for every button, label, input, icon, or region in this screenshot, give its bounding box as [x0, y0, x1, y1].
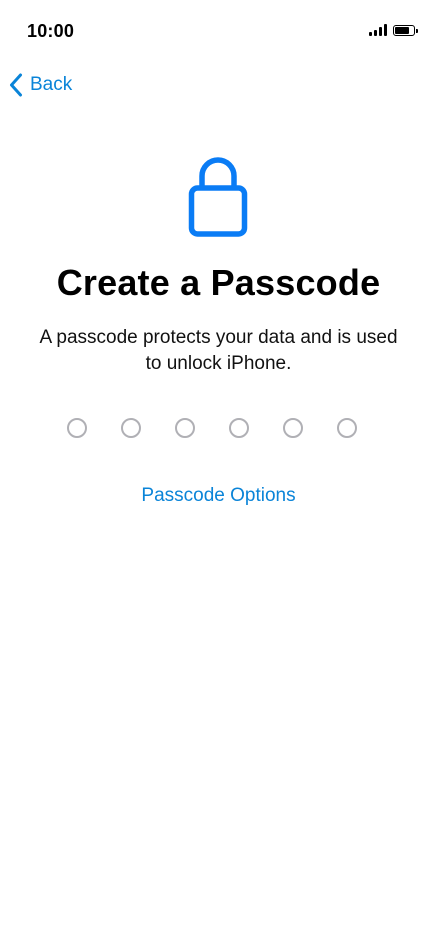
lock-icon: [188, 152, 248, 245]
subtitle-line-2: to unlock iPhone.: [145, 353, 292, 374]
subtitle-line-1: A passcode protects your data and is use…: [39, 327, 398, 348]
page-title: Create a Passcode: [56, 262, 381, 303]
passcode-options-link[interactable]: Passcode Options: [0, 485, 437, 507]
passcode-digit-dot: [175, 418, 195, 438]
back-button[interactable]: Back: [9, 70, 72, 100]
cellular-signal-icon: [369, 24, 387, 36]
battery-icon: [393, 24, 418, 36]
passcode-digit-dot: [67, 418, 87, 438]
back-label: Back: [30, 74, 73, 95]
passcode-digit-dot: [121, 418, 141, 438]
battery-fill: [395, 26, 410, 34]
status-bar: 10:00: [0, 0, 437, 60]
passcode-digit-dot: [337, 418, 357, 438]
passcode-digit-dot: [283, 418, 303, 438]
status-icons: [369, 24, 418, 36]
status-time: 10:00: [27, 21, 75, 41]
passcode-digit-dot: [229, 418, 249, 438]
page-subtitle: A passcode protects your data and is use…: [20, 325, 417, 377]
chevron-left-icon: [10, 73, 22, 97]
passcode-input[interactable]: [67, 418, 357, 438]
